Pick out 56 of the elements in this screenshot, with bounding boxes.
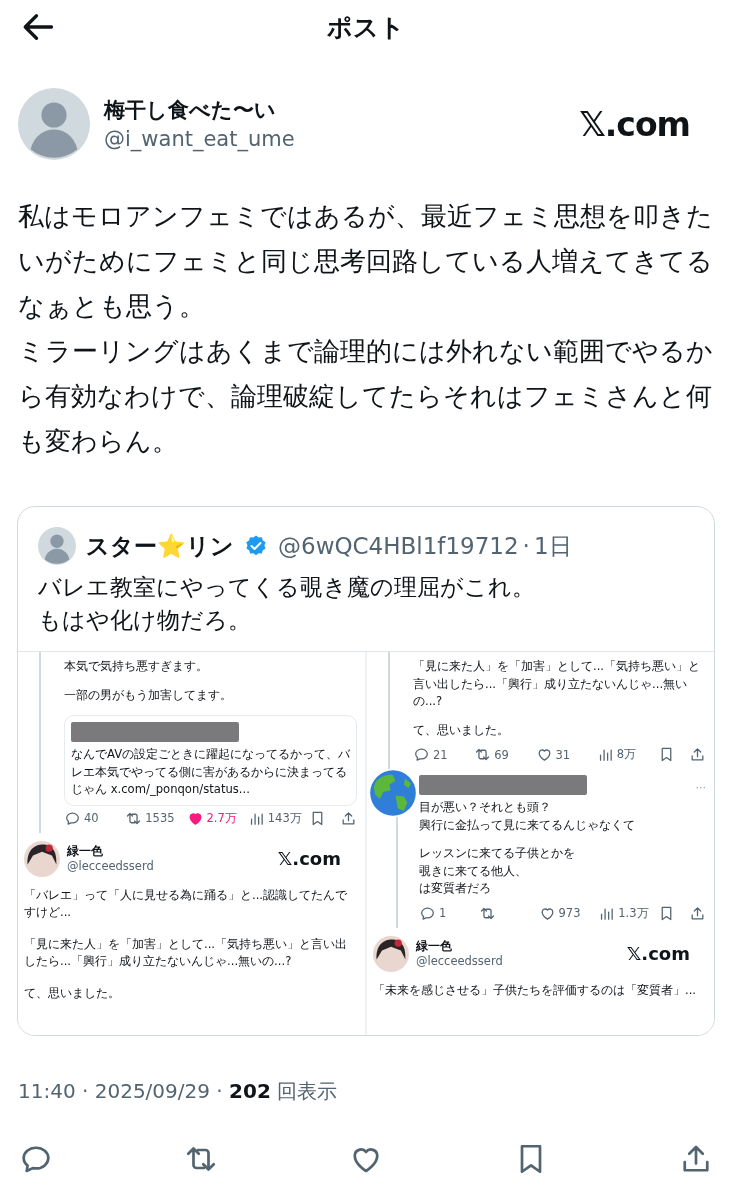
more-button[interactable]: ···	[695, 780, 706, 794]
avatar	[18, 88, 90, 160]
post-text: 興行に金払って見に来てるんじゃなくて	[419, 816, 636, 834]
user-name: 緑一色	[416, 938, 453, 954]
site-logo: 𝕏.com	[626, 943, 690, 964]
post-text: 覗きに来てる他人、	[419, 862, 528, 880]
post-text: 目が悪い？それとも頭？	[419, 799, 552, 816]
quote-text: もはや化け物だろ。	[38, 606, 252, 635]
like-count: 973	[558, 906, 581, 920]
views-count: 143万	[267, 810, 302, 826]
reply-icon	[413, 746, 430, 763]
share-icon	[340, 809, 357, 827]
avatar	[24, 840, 60, 877]
repost-count: 69	[494, 747, 509, 762]
post-text: 「未来を感じさせる」子供たちを評価するのは「変質者」...	[373, 981, 698, 999]
post-text: 私はモロアンフェミではあるが、最近フェミ思想を叩きたいがためにフェミと同じ思考回路している人増えてきてるなぁとも思う。	[18, 200, 714, 323]
reply-count: 21	[433, 747, 448, 762]
separator: ·	[522, 533, 530, 559]
page-title: ポスト	[326, 11, 406, 44]
post-text: て、思いました。	[413, 721, 510, 739]
reply-count: 1	[439, 906, 447, 920]
avatar	[38, 527, 76, 565]
share-icon	[689, 746, 706, 763]
post-text: 一部の男がもう加害してます。	[64, 686, 233, 704]
post-text: 「バレエ」って「人に見せる為に踊る」と...認識してたんですけど...	[24, 886, 349, 921]
post-text: 「見に来た人」を「加害」として...「気持ち悪い」と言い出したら...「興行」成り立たないんじゃ...無いの...?	[413, 658, 702, 710]
quote-card[interactable]	[17, 506, 715, 1036]
post-text: 「見に来た人」を「加害」として...「気持ち悪い」と言い出したら...「興行」成り立たないんじゃ...無いの...?	[24, 935, 349, 970]
user-handle: @6wQC4HBl1f19712	[278, 533, 519, 559]
post-text: ミラーリングはあくまで論理的には外れない範囲でやるから有効なわけで、論理破綻してたらそれはフェミさんと何も変わらん。	[18, 335, 714, 458]
like-count: 31	[555, 747, 571, 762]
user-handle: @lecceedsserd	[67, 858, 154, 874]
reply-count: 40	[84, 811, 99, 825]
user-name[interactable]: 梅干し食べた〜い	[104, 95, 295, 125]
quote-text: バレエ教室にやってくる覗き魔の理屈がこれ。	[38, 573, 536, 602]
share-icon	[689, 904, 706, 922]
site-logo: 𝕏.com	[579, 104, 690, 144]
user-name: 緑一色	[67, 843, 104, 859]
like-count: 2.7万	[206, 810, 237, 826]
post-text: 本気で気持ち悪すぎます。	[64, 658, 209, 675]
user-handle[interactable]: @i_want_eat_ume	[104, 125, 295, 153]
post-text: レッスンに来てる子供とかを	[419, 845, 576, 862]
globe-icon	[369, 769, 417, 817]
post-meta: 11:40 · 2025/09/29 · 202 回表示	[17, 1078, 339, 1105]
post-text: は変質者だろ	[419, 880, 492, 897]
avatar	[373, 935, 409, 972]
post-text: なんでAVの設定ごときに躍起になってるかって、バレエ本気でやってる側に害があるからに決まってるじゃん x.com/_ponqon/status...	[71, 746, 352, 798]
repost-icon	[474, 746, 492, 763]
views-count: 8万	[616, 747, 637, 762]
post-time: 1日	[533, 531, 572, 561]
site-logo: 𝕏.com	[277, 848, 341, 869]
views-count: 1.3万	[618, 905, 649, 921]
post-text: て、思いました。	[24, 984, 121, 1002]
repost-count: 1535	[145, 811, 175, 825]
user-name: スター⭐リン	[86, 531, 234, 561]
user-handle: @lecceedsserd	[416, 953, 503, 969]
